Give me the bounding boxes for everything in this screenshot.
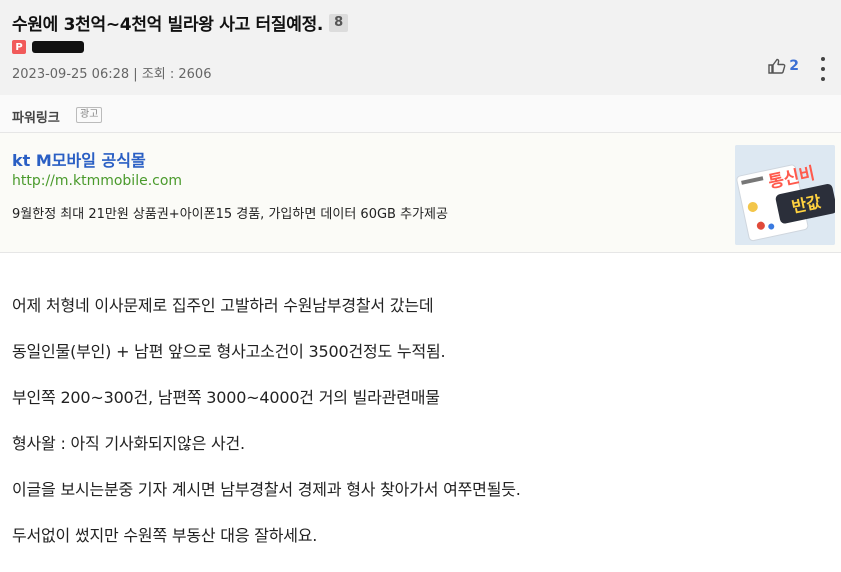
content-paragraph: 부인쪽 200~300건, 남편쪽 3000~4000건 거의 빌라관련매물 (12, 388, 440, 407)
ad-thumbnail-image[interactable]: 반값 통신비 (735, 145, 835, 245)
more-vertical-icon (821, 57, 825, 61)
meta-separator: | (133, 67, 138, 82)
powerlink-header: 파워링크 광고 (0, 95, 841, 133)
post-header: 수원에 3천억~4천억 빌라왕 사고 터질예정. 8 P 2023-09-25 … (0, 0, 841, 95)
title-row: 수원에 3천억~4천억 빌라왕 사고 터질예정. 8 (12, 10, 349, 35)
post-content: 어제 처형네 이사문제로 집주인 고발하러 수원남부경찰서 갔는데 동일인물(부… (12, 296, 832, 572)
ad-url-link[interactable]: http://m.ktmmobile.com (12, 173, 182, 189)
comment-count-badge[interactable]: 8 (329, 13, 349, 32)
author-row: P (12, 40, 84, 54)
ad-label-badge: 광고 (76, 107, 103, 123)
post-meta: 2023-09-25 06:28 | 조회 : 2606 (12, 63, 211, 82)
ad-box[interactable]: kt M모바일 공식몰 http://m.ktmmobile.com 9월한정 … (0, 133, 841, 253)
ad-description: 9월한정 최대 21만원 상품권+아이폰15 경품, 가입하면 데이터 60GB… (12, 207, 448, 222)
thumbs-up-icon (768, 58, 786, 74)
more-options-button[interactable] (819, 57, 827, 81)
post-views: 조회 : 2606 (141, 67, 212, 82)
content-paragraph: 형사왈 : 아직 기사화되지않은 사건. (12, 434, 245, 453)
content-paragraph: 동일인물(부인) + 남편 앞으로 형사고소건이 3500건정도 누적됨. (12, 342, 446, 361)
author-name-redacted[interactable] (32, 41, 84, 53)
like-count: 2 (789, 58, 799, 74)
content-paragraph: 두서없이 썼지만 수원쪽 부동산 대응 잘하세요. (12, 526, 318, 545)
p-badge-icon: P (12, 40, 26, 54)
like-button[interactable]: 2 (768, 58, 799, 74)
more-vertical-icon-dot (821, 77, 825, 81)
ad-thumbnail-graphic: 반값 통신비 (735, 145, 835, 245)
more-vertical-icon-dot (821, 67, 825, 71)
ad-title-link[interactable]: kt M모바일 공식몰 (12, 147, 146, 171)
post-date: 2023-09-25 06:28 (12, 67, 130, 82)
post-title: 수원에 3천억~4천억 빌라왕 사고 터질예정. (12, 15, 324, 35)
powerlink-title: 파워링크 (12, 111, 60, 126)
content-paragraph: 어제 처형네 이사문제로 집주인 고발하러 수원남부경찰서 갔는데 (12, 296, 434, 315)
content-paragraph: 이글을 보시는분중 기자 계시면 남부경찰서 경제과 형사 찾아가서 여쭈면될듯… (12, 480, 521, 499)
